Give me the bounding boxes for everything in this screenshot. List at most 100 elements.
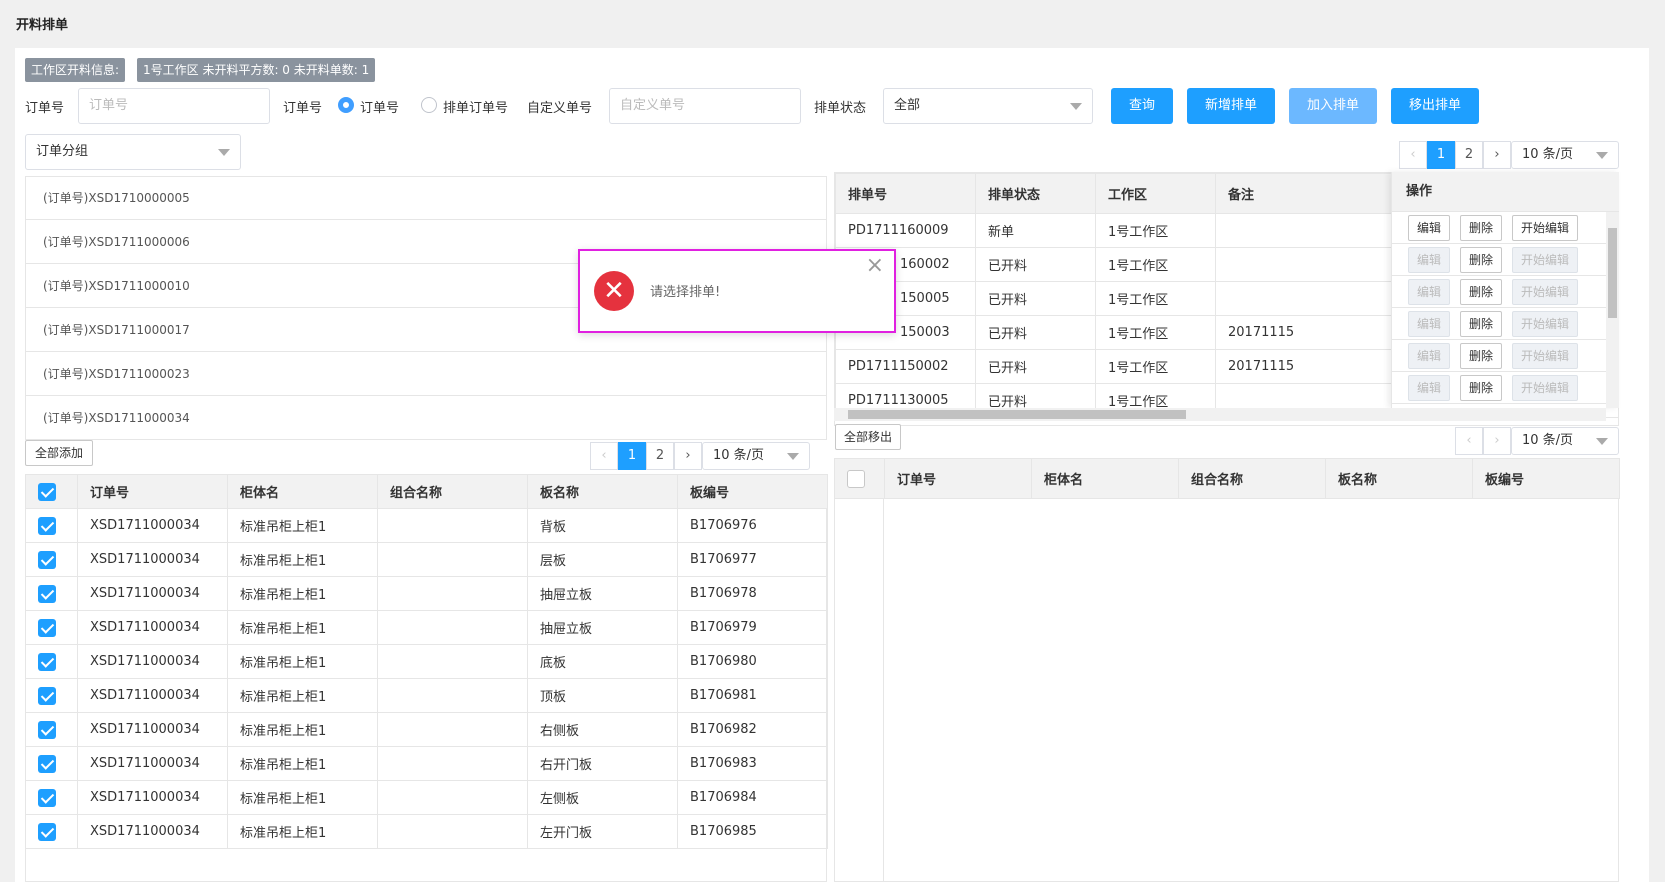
row-checkbox-cell[interactable] <box>25 746 78 781</box>
vertical-scrollbar[interactable] <box>1606 212 1619 408</box>
scrollbar-thumb[interactable] <box>1608 228 1617 318</box>
radio-order-no-label[interactable]: 订单号 <box>360 97 399 116</box>
page-size-select[interactable]: 10 条/页 <box>702 442 810 470</box>
selected-next-page-button[interactable]: › <box>1483 427 1511 455</box>
remove-all-button[interactable]: 全部移出 <box>835 424 901 450</box>
schedule-page-2-button[interactable]: 2 <box>1455 141 1483 169</box>
chevron-down-icon <box>218 149 230 156</box>
row-checkbox-cell[interactable] <box>25 644 78 679</box>
page-1-button[interactable]: 1 <box>618 442 646 470</box>
select-all-checkbox[interactable] <box>38 482 56 501</box>
edit-button[interactable]: 编辑 <box>1408 343 1451 369</box>
row-checkbox-cell[interactable] <box>25 610 78 645</box>
row-checkbox[interactable] <box>38 516 56 535</box>
list-item[interactable]: (订单号)XSD1711000034 <box>25 396 827 440</box>
row-checkbox[interactable] <box>38 822 56 841</box>
table-row[interactable]: XSD1711000034 标准吊柜上柜1 抽屉立板 B1706979 <box>25 610 828 645</box>
start-edit-button[interactable]: 开始编辑 <box>1512 343 1579 369</box>
col-header: 板编号 <box>677 474 828 509</box>
table-cell: 层板 <box>527 542 678 577</box>
edit-button[interactable]: 编辑 <box>1408 279 1451 305</box>
delete-button[interactable]: 删除 <box>1460 343 1503 369</box>
custom-no-input[interactable]: 自定义单号 <box>609 88 801 124</box>
row-checkbox[interactable] <box>38 686 56 705</box>
selected-prev-page-button[interactable]: ‹ <box>1455 427 1483 455</box>
table-row[interactable]: XSD1711000034 标准吊柜上柜1 抽屉立板 B1706978 <box>25 576 828 611</box>
start-edit-button[interactable]: 开始编辑 <box>1512 215 1579 241</box>
row-checkbox-cell[interactable] <box>25 508 78 543</box>
table-cell: 标准吊柜上柜1 <box>227 576 378 611</box>
row-checkbox-cell[interactable] <box>25 678 78 713</box>
edit-button[interactable]: 编辑 <box>1408 247 1451 273</box>
status-select[interactable]: 全部 <box>883 88 1093 124</box>
table-cell: 1号工作区 <box>1095 213 1216 248</box>
row-checkbox[interactable] <box>38 720 56 739</box>
prev-page-button[interactable]: ‹ <box>590 442 618 470</box>
schedule-page-size-select[interactable]: 10 条/页 <box>1511 141 1619 169</box>
order-group-select[interactable]: 订单分组 <box>25 134 241 170</box>
table-row[interactable]: XSD1711000034 标准吊柜上柜1 左侧板 B1706984 <box>25 780 828 815</box>
delete-button[interactable]: 删除 <box>1460 247 1503 273</box>
remove-schedule-button[interactable]: 移出排单 <box>1391 88 1479 124</box>
row-checkbox-cell[interactable] <box>25 542 78 577</box>
select-all-cell[interactable] <box>25 474 78 509</box>
error-toast: ✕ 请选择排单! × <box>578 249 896 333</box>
delete-button[interactable]: 删除 <box>1460 279 1503 305</box>
row-checkbox[interactable] <box>38 754 56 773</box>
start-edit-button[interactable]: 开始编辑 <box>1512 279 1579 305</box>
list-item[interactable]: (订单号)XSD1711000023 <box>25 352 827 396</box>
order-group-value: 订单分组 <box>36 144 89 159</box>
schedule-page-size-value: 10 条/页 <box>1522 147 1574 162</box>
query-button[interactable]: 查询 <box>1111 88 1173 124</box>
row-checkbox[interactable] <box>38 618 56 637</box>
row-checkbox-cell[interactable] <box>25 814 78 849</box>
page-2-button[interactable]: 2 <box>646 442 674 470</box>
table-row[interactable]: XSD1711000034 标准吊柜上柜1 顶板 B1706981 <box>25 678 828 713</box>
start-edit-button[interactable]: 开始编辑 <box>1512 247 1579 273</box>
row-checkbox[interactable] <box>38 550 56 569</box>
add-schedule-button[interactable]: 新增排单 <box>1187 88 1275 124</box>
list-item[interactable]: (订单号)XSD1710000005 <box>25 176 827 220</box>
row-checkbox-cell[interactable] <box>25 712 78 747</box>
delete-button[interactable]: 删除 <box>1460 215 1503 241</box>
schedule-prev-page-button[interactable]: ‹ <box>1399 141 1427 169</box>
table-row[interactable]: XSD1711000034 标准吊柜上柜1 右开门板 B1706983 <box>25 746 828 781</box>
horizontal-scrollbar[interactable] <box>834 408 1606 421</box>
radio-schedule-no[interactable] <box>421 97 437 113</box>
schedule-page-1-button[interactable]: 1 <box>1427 141 1455 169</box>
table-row[interactable]: XSD1711000034 标准吊柜上柜1 底板 B1706980 <box>25 644 828 679</box>
start-edit-button[interactable]: 开始编辑 <box>1512 375 1579 401</box>
selected-select-all-cell[interactable] <box>834 458 885 499</box>
table-row[interactable]: XSD1711000034 标准吊柜上柜1 左开门板 B1706985 <box>25 814 828 849</box>
join-schedule-button[interactable]: 加入排单 <box>1289 88 1377 124</box>
row-checkbox[interactable] <box>38 584 56 603</box>
edit-button[interactable]: 编辑 <box>1408 215 1451 241</box>
schedule-next-page-button[interactable]: › <box>1483 141 1511 169</box>
table-cell: 1号工作区 <box>1095 247 1216 282</box>
scrollbar-thumb[interactable] <box>848 410 1186 419</box>
edit-button[interactable]: 编辑 <box>1408 311 1451 337</box>
table-row[interactable]: XSD1711000034 标准吊柜上柜1 层板 B1706977 <box>25 542 828 577</box>
table-cell <box>377 610 528 645</box>
add-all-button[interactable]: 全部添加 <box>25 440 93 466</box>
delete-button[interactable]: 删除 <box>1460 311 1503 337</box>
row-checkbox-cell[interactable] <box>25 576 78 611</box>
table-row[interactable]: XSD1711000034 标准吊柜上柜1 背板 B1706976 <box>25 508 828 543</box>
page-size-value: 10 条/页 <box>713 448 765 463</box>
table-row[interactable]: XSD1711000034 标准吊柜上柜1 右侧板 B1706982 <box>25 712 828 747</box>
edit-button[interactable]: 编辑 <box>1408 375 1451 401</box>
radio-order-no[interactable] <box>338 97 354 113</box>
delete-button[interactable]: 删除 <box>1460 375 1503 401</box>
table-cell <box>377 576 528 611</box>
order-no-input[interactable]: 订单号 <box>78 88 270 124</box>
row-checkbox-cell[interactable] <box>25 780 78 815</box>
close-icon[interactable]: × <box>866 253 884 278</box>
row-checkbox[interactable] <box>38 652 56 671</box>
next-page-button[interactable]: › <box>674 442 702 470</box>
table-cell: 抽屉立板 <box>527 610 678 645</box>
row-checkbox[interactable] <box>38 788 56 807</box>
selected-page-size-select[interactable]: 10 条/页 <box>1511 427 1619 455</box>
radio-schedule-no-label[interactable]: 排单订单号 <box>443 97 508 116</box>
selected-select-all-checkbox[interactable] <box>847 469 865 488</box>
start-edit-button[interactable]: 开始编辑 <box>1512 311 1579 337</box>
